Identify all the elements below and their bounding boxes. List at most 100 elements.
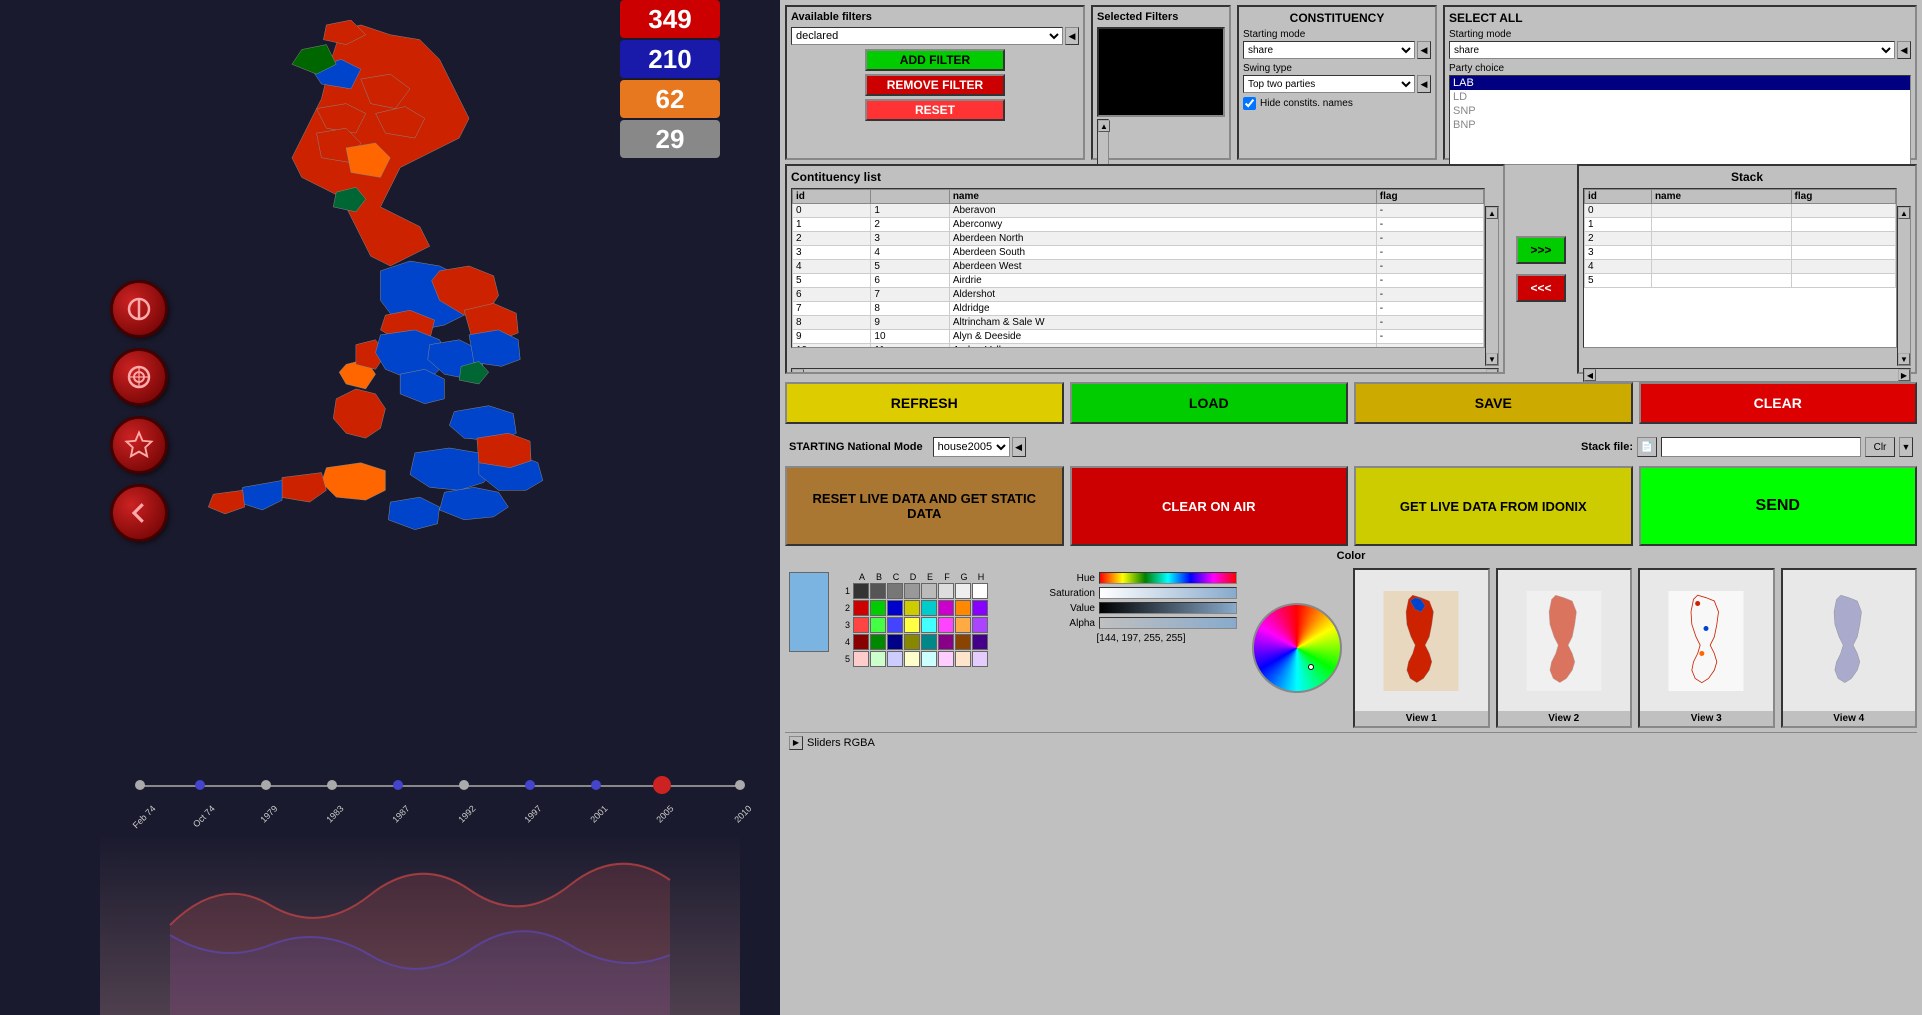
color-wheel[interactable]	[1252, 603, 1342, 693]
table-row[interactable]: 34Aberdeen South-	[793, 246, 1484, 260]
const-scroll-up[interactable]: ▲	[1486, 207, 1498, 219]
color-cell-4g[interactable]	[955, 634, 971, 650]
stack-scrollbar[interactable]: ▲ ▼	[1897, 206, 1911, 366]
color-cell-2b[interactable]	[870, 600, 886, 616]
table-row[interactable]: 1011Amber Valley-	[793, 344, 1484, 349]
color-cell-3f[interactable]	[938, 617, 954, 633]
transfer-back-button[interactable]: <<<	[1516, 274, 1566, 302]
color-swatch-large[interactable]	[789, 572, 829, 652]
color-cell-1c[interactable]	[887, 583, 903, 599]
timeline-dot-1[interactable]	[195, 780, 205, 790]
send-button[interactable]: SEND	[1639, 466, 1918, 546]
table-row[interactable]: 89Altrincham & Sale W-	[793, 316, 1484, 330]
stack-scroll-up[interactable]: ▲	[1898, 207, 1910, 219]
color-cell-2a[interactable]	[853, 600, 869, 616]
hue-slider[interactable]	[1099, 572, 1237, 584]
filter-dropdown-arrow[interactable]: ◀	[1065, 27, 1079, 45]
const-hscrollbar[interactable]: ◀ ▶	[791, 368, 1499, 374]
party-item-snp[interactable]: SNP	[1450, 104, 1910, 118]
transfer-forward-button[interactable]: >>>	[1516, 236, 1566, 264]
stack-table-container[interactable]: id name flag 0 1 2 3 4 5	[1583, 188, 1897, 348]
party-list[interactable]: LAB LD SNP BNP	[1449, 75, 1911, 165]
stack-row[interactable]: 5	[1585, 274, 1896, 288]
const-scroll-right[interactable]: ▶	[1486, 369, 1498, 374]
color-cell-1f[interactable]	[938, 583, 954, 599]
view-2-thumbnail[interactable]: View 2	[1496, 568, 1633, 728]
color-cell-3b[interactable]	[870, 617, 886, 633]
color-cell-5e[interactable]	[921, 651, 937, 667]
stack-row[interactable]: 2	[1585, 232, 1896, 246]
table-row[interactable]: 12Aberconwy-	[793, 218, 1484, 232]
color-cell-4e[interactable]	[921, 634, 937, 650]
color-cell-2f[interactable]	[938, 600, 954, 616]
timeline-dot-5[interactable]	[459, 780, 469, 790]
starting-mode-select[interactable]: share	[1243, 41, 1415, 59]
view-3-thumbnail[interactable]: View 3	[1638, 568, 1775, 728]
color-cell-5b[interactable]	[870, 651, 886, 667]
timeline-dot-3[interactable]	[327, 780, 337, 790]
alpha-slider[interactable]	[1099, 617, 1237, 629]
color-cell-3c[interactable]	[887, 617, 903, 633]
table-row[interactable]: 910Alyn & Deeside-	[793, 330, 1484, 344]
view-4-thumbnail[interactable]: View 4	[1781, 568, 1918, 728]
refresh-button[interactable]: REFRESH	[785, 382, 1064, 424]
constituency-table-container[interactable]: id name flag 01Aberavon- 12Aberconwy- 23…	[791, 188, 1485, 348]
table-row[interactable]: 23Aberdeen North-	[793, 232, 1484, 246]
timeline-dot-2[interactable]	[261, 780, 271, 790]
file-arrow[interactable]: ▼	[1899, 437, 1913, 457]
color-cell-2g[interactable]	[955, 600, 971, 616]
color-wheel-cursor[interactable]	[1308, 664, 1314, 670]
table-row[interactable]: 78Aldridge-	[793, 302, 1484, 316]
const-scroll-down[interactable]: ▼	[1486, 353, 1498, 365]
party-item-lab[interactable]: LAB	[1450, 76, 1910, 90]
color-cell-2h[interactable]	[972, 600, 988, 616]
hide-constits-checkbox[interactable]	[1243, 97, 1256, 110]
color-cell-5h[interactable]	[972, 651, 988, 667]
selected-filters-list[interactable]	[1097, 27, 1225, 117]
color-cell-3e[interactable]	[921, 617, 937, 633]
stack-row[interactable]: 1	[1585, 218, 1896, 232]
color-cell-2e[interactable]	[921, 600, 937, 616]
color-cell-5g[interactable]	[955, 651, 971, 667]
side-button-2[interactable]	[110, 348, 168, 406]
swing-type-select[interactable]: Top two parties	[1243, 75, 1415, 93]
color-cell-3h[interactable]	[972, 617, 988, 633]
timeline-dot-8[interactable]	[653, 776, 671, 794]
color-cell-4d[interactable]	[904, 634, 920, 650]
stack-file-input[interactable]	[1661, 437, 1861, 457]
reset-live-button[interactable]: RESET LIVE DATA AND GET STATIC DATA	[785, 466, 1064, 546]
color-cell-4f[interactable]	[938, 634, 954, 650]
side-button-1[interactable]	[110, 280, 168, 338]
color-cell-4a[interactable]	[853, 634, 869, 650]
save-button[interactable]: SAVE	[1354, 382, 1633, 424]
add-filter-button[interactable]: ADD FILTER	[865, 49, 1005, 71]
color-cell-2c[interactable]	[887, 600, 903, 616]
stack-scroll-down[interactable]: ▼	[1898, 353, 1910, 365]
stack-row[interactable]: 4	[1585, 260, 1896, 274]
color-cell-1a[interactable]	[853, 583, 869, 599]
color-cell-2d[interactable]	[904, 600, 920, 616]
const-scroll-left[interactable]: ◀	[792, 369, 804, 374]
bottom-left-arrow[interactable]: ▶	[789, 736, 803, 750]
get-live-button[interactable]: GET LIVE DATA FROM IDONIX	[1354, 466, 1633, 546]
color-cell-4h[interactable]	[972, 634, 988, 650]
national-mode-arrow[interactable]: ◀	[1012, 437, 1026, 457]
stack-file-icon[interactable]: 📄	[1637, 437, 1657, 457]
starting-mode-arrow[interactable]: ◀	[1417, 41, 1431, 59]
clear-button[interactable]: CLEAR	[1639, 382, 1918, 424]
color-cell-5c[interactable]	[887, 651, 903, 667]
national-mode-select[interactable]: house2005	[933, 437, 1010, 457]
color-cell-3a[interactable]	[853, 617, 869, 633]
party-item-ld[interactable]: LD	[1450, 90, 1910, 104]
uk-map[interactable]	[140, 20, 680, 630]
party-item-bnp[interactable]: BNP	[1450, 118, 1910, 132]
timeline-dot-7[interactable]	[591, 780, 601, 790]
reset-filter-button[interactable]: RESET	[865, 99, 1005, 121]
color-cell-1g[interactable]	[955, 583, 971, 599]
table-row[interactable]: 56Airdrie-	[793, 274, 1484, 288]
load-button[interactable]: LOAD	[1070, 382, 1349, 424]
color-cell-1d[interactable]	[904, 583, 920, 599]
color-cell-1e[interactable]	[921, 583, 937, 599]
color-cell-4c[interactable]	[887, 634, 903, 650]
timeline-dot-0[interactable]	[135, 780, 145, 790]
